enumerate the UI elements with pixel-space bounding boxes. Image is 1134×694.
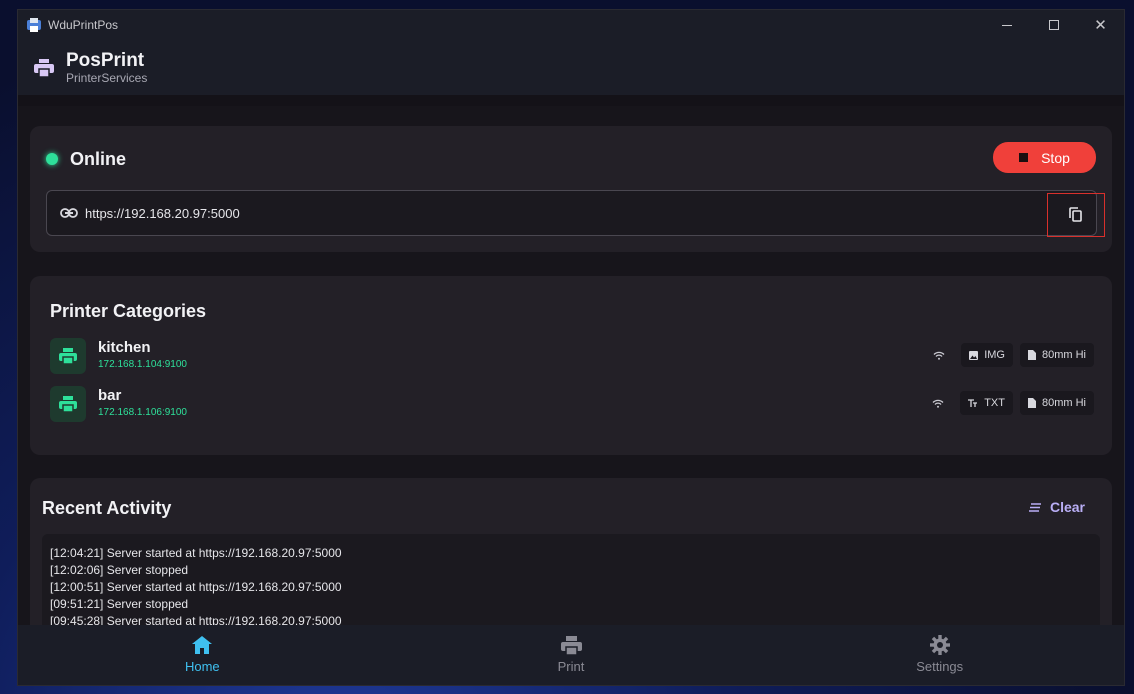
home-icon — [192, 634, 213, 656]
printer-icon — [50, 386, 86, 422]
text-format-icon — [968, 398, 978, 408]
nav-label: Home — [184, 659, 220, 674]
printer-categories-card: Printer Categories kitchen 172.168.1.104… — [30, 276, 1112, 455]
document-icon — [1027, 350, 1036, 360]
link-icon — [60, 208, 78, 218]
main-content: Online Stop https://192.168.20.97:5000 P… — [18, 106, 1124, 644]
server-url-field: https://192.168.20.97:5000 — [46, 190, 1105, 237]
printer-name: bar — [98, 387, 122, 404]
app-title: PosPrint — [66, 49, 145, 71]
stop-button[interactable]: Stop — [993, 142, 1096, 173]
printer-icon — [560, 634, 582, 656]
printer-icon — [50, 338, 86, 374]
printer-row-bar[interactable]: bar 172.168.1.106:9100 TXT 80mm Hi — [50, 386, 1094, 422]
recent-activity-card: Recent Activity Clear [12:04:21] Server … — [30, 478, 1112, 644]
printer-address: 172.168.1.106:9100 — [98, 407, 187, 418]
nav-print[interactable]: Print — [387, 625, 756, 685]
app-window: WduPrintPos ✕ PosPrint PrinterServices O… — [17, 9, 1125, 686]
section-title-activity: Recent Activity — [42, 498, 172, 518]
window-title: WduPrintPos — [48, 18, 119, 32]
log-line: [12:04:21] Server started at https://192… — [50, 546, 342, 560]
nav-home[interactable]: Home — [18, 625, 387, 685]
server-url: https://192.168.20.97:5000 — [85, 205, 240, 221]
maximize-icon — [1048, 20, 1059, 30]
paper-size-badge: 80mm Hi — [1019, 391, 1094, 415]
nav-settings[interactable]: Settings — [755, 625, 1124, 685]
copy-url-button[interactable] — [1047, 193, 1105, 237]
paper-size-badge: 80mm Hi — [1019, 343, 1094, 367]
log-line: [12:00:51] Server started at https://192… — [50, 580, 342, 594]
gear-icon — [929, 634, 950, 656]
title-bar: WduPrintPos ✕ — [18, 10, 1124, 40]
printer-row-kitchen[interactable]: kitchen 172.168.1.104:9100 IMG 80mm Hi — [50, 338, 1094, 374]
app-icon — [27, 18, 41, 32]
copy-icon — [1069, 207, 1082, 222]
close-icon: ✕ — [1094, 16, 1107, 34]
server-status-card: Online Stop https://192.168.20.97:5000 — [30, 126, 1112, 252]
close-button[interactable]: ✕ — [1077, 10, 1124, 40]
clear-all-icon — [1028, 502, 1041, 512]
log-line: [09:51:21] Server stopped — [50, 597, 189, 611]
stop-icon — [1019, 153, 1029, 162]
printer-name: kitchen — [98, 339, 151, 356]
document-icon — [1027, 398, 1036, 408]
online-indicator — [46, 153, 58, 165]
status-label: Online — [70, 149, 127, 169]
wifi-icon — [932, 399, 944, 408]
nav-label: Settings — [916, 659, 964, 674]
clear-log-button[interactable]: Clear — [1028, 499, 1085, 515]
maximize-button[interactable] — [1030, 10, 1077, 40]
stop-button-label: Stop — [1041, 149, 1070, 166]
print-mode-badge: IMG — [961, 343, 1013, 367]
image-icon — [969, 350, 979, 360]
printer-icon — [33, 57, 55, 79]
print-mode-badge: TXT — [960, 391, 1013, 415]
wifi-icon — [933, 351, 945, 360]
app-subtitle: PrinterServices — [66, 70, 148, 85]
printer-address: 172.168.1.104:9100 — [98, 359, 187, 370]
section-title-categories: Printer Categories — [50, 301, 207, 321]
log-line: [12:02:06] Server stopped — [50, 563, 189, 577]
minimize-icon — [1001, 24, 1012, 26]
nav-label: Print — [557, 659, 585, 674]
app-header: PosPrint PrinterServices — [18, 40, 1124, 106]
bottom-navigation: Home Print Settings — [18, 625, 1124, 685]
minimize-button[interactable] — [983, 10, 1030, 40]
